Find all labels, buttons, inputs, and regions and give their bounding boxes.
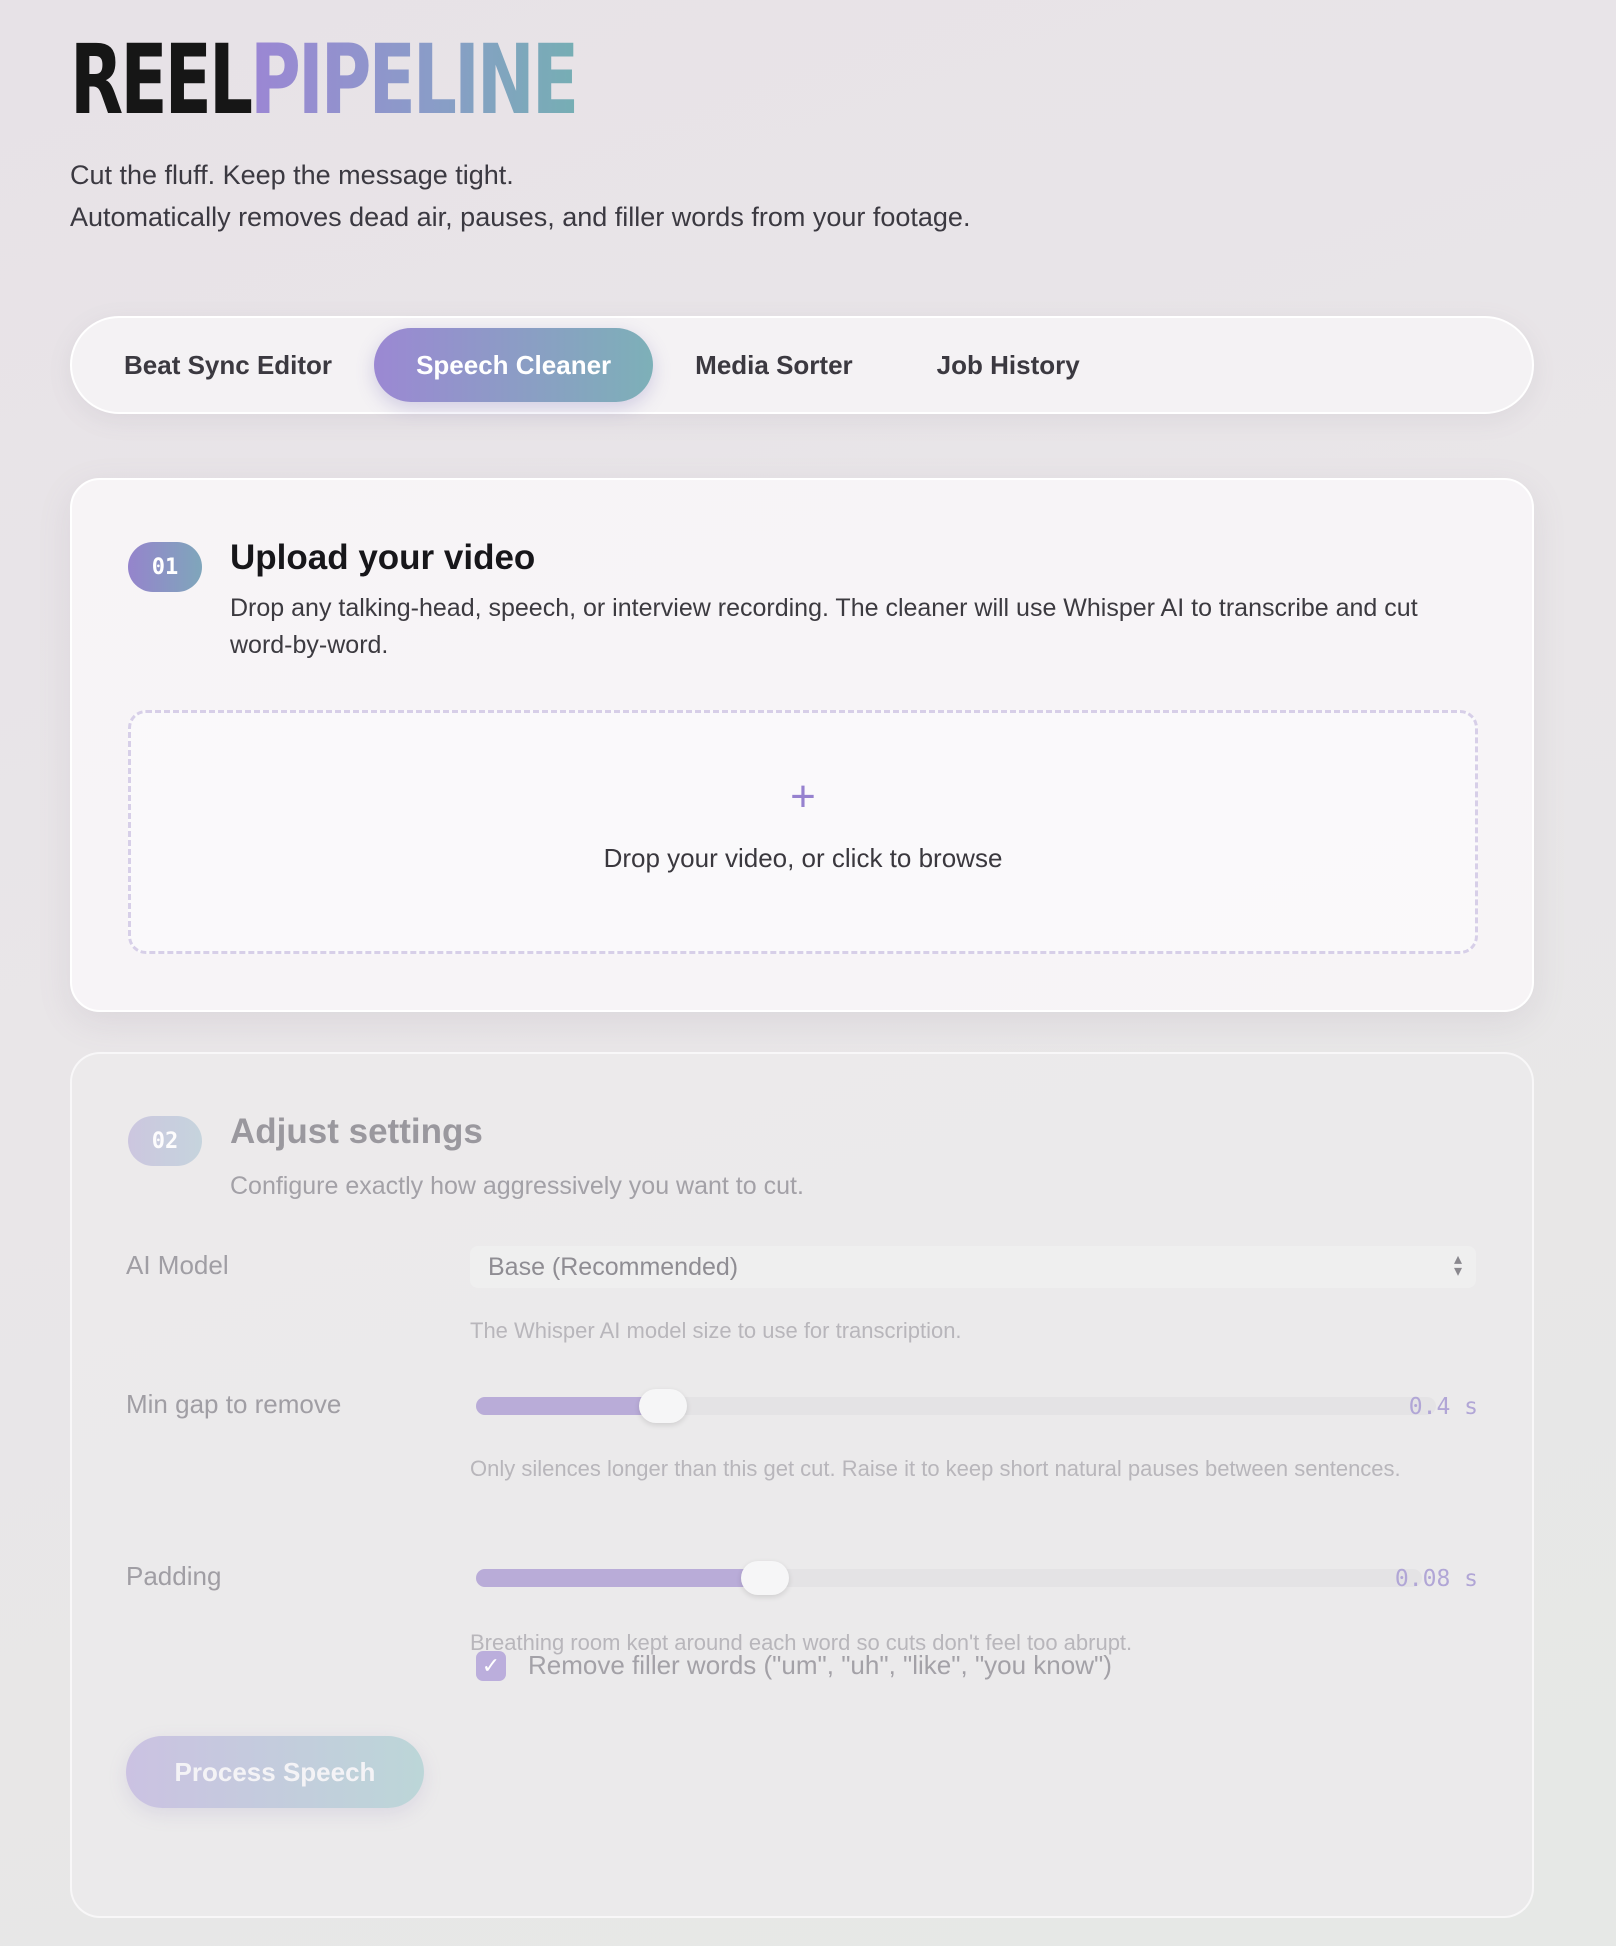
padding-slider-fill: [476, 1569, 765, 1587]
min-gap-slider-fill: [476, 1397, 663, 1415]
settings-title: Adjust settings: [230, 1112, 483, 1151]
settings-description: Configure exactly how aggressively you w…: [230, 1172, 804, 1200]
min-gap-slider[interactable]: [476, 1389, 1436, 1423]
step-badge-01: 01: [128, 542, 202, 592]
tab-speech-cleaner[interactable]: Speech Cleaner: [374, 328, 654, 402]
filler-words-checkbox[interactable]: ✓: [476, 1650, 506, 1681]
logo-pipeline: PIPELINE: [250, 24, 579, 136]
tagline: Cut the fluff. Keep the message tight. A…: [70, 154, 970, 238]
upload-description: Drop any talking-head, speech, or interv…: [230, 594, 1418, 659]
process-speech-button[interactable]: Process Speech: [126, 1736, 424, 1808]
filler-words-label: Remove filler words ("um", "uh", "like",…: [528, 1650, 1112, 1680]
min-gap-value: 0.4 s: [1408, 1394, 1478, 1420]
dropzone-text: Drop your video, or click to browse: [603, 843, 1003, 873]
logo-reel: REEL: [70, 24, 253, 136]
upload-card: 01 Upload your video Drop any talking-he…: [70, 478, 1534, 1012]
ai-model-select[interactable]: Base (Recommended) ▴ ▾: [470, 1246, 1476, 1288]
padding-slider[interactable]: [476, 1561, 1422, 1595]
min-gap-slider-thumb[interactable]: [639, 1389, 687, 1423]
tab-job-history[interactable]: Job History: [895, 328, 1122, 402]
min-gap-label: Min gap to remove: [126, 1389, 342, 1419]
tab-beat-sync-editor[interactable]: Beat Sync Editor: [82, 328, 374, 402]
tagline-line-2: Automatically removes dead air, pauses, …: [70, 202, 971, 232]
min-gap-hint: Only silences longer than this get cut. …: [470, 1456, 1401, 1481]
padding-label: Padding: [126, 1561, 222, 1591]
tab-media-sorter[interactable]: Media Sorter: [653, 328, 895, 402]
padding-value: 0.08 s: [1394, 1566, 1478, 1592]
tagline-line-1: Cut the fluff. Keep the message tight.: [70, 160, 514, 190]
filler-words-row: ✓ Remove filler words ("um", "uh", "like…: [476, 1650, 1112, 1681]
ai-model-value: Base (Recommended): [488, 1252, 739, 1281]
step-badge-02: 02: [128, 1116, 202, 1166]
tab-bar: Beat Sync Editor Speech Cleaner Media So…: [70, 316, 1534, 414]
ai-model-label: AI Model: [126, 1250, 229, 1280]
padding-slider-thumb[interactable]: [741, 1561, 789, 1595]
ai-model-hint: The Whisper AI model size to use for tra…: [470, 1318, 962, 1343]
select-chevron-icon: ▴ ▾: [1453, 1251, 1462, 1280]
plus-icon: +: [790, 772, 816, 821]
upload-title: Upload your video: [230, 538, 536, 577]
app-logo: REELPIPELINE: [70, 30, 579, 130]
video-dropzone[interactable]: + Drop your video, or click to browse: [128, 710, 1478, 954]
